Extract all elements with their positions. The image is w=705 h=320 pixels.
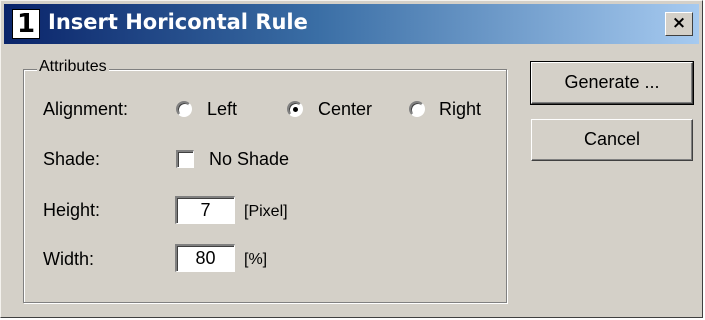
attributes-group-label: Attributes — [37, 57, 109, 77]
alignment-right-label[interactable]: Right — [439, 98, 481, 120]
height-label: Height: — [43, 200, 101, 220]
alignment-right-radio[interactable] — [409, 101, 425, 117]
height-unit: [Pixel] — [244, 203, 288, 220]
insert-horizontal-rule-dialog: 1 Insert Horicontal Rule × Attributes Al… — [0, 0, 703, 318]
title-bar[interactable]: 1 Insert Horicontal Rule × — [4, 4, 699, 44]
height-input[interactable]: 7 — [175, 196, 235, 224]
width-label: Width: — [43, 249, 95, 269]
width-input[interactable]: 80 — [175, 244, 235, 272]
dialog-title: Insert Horicontal Rule — [48, 10, 308, 34]
alignment-label: Alignment: — [43, 99, 129, 119]
width-unit: [%] — [244, 251, 268, 268]
no-shade-checkbox[interactable] — [176, 150, 194, 168]
alignment-left-label[interactable]: Left — [207, 98, 237, 120]
alignment-left-radio[interactable] — [176, 101, 192, 117]
app-icon: 1 — [12, 9, 40, 39]
cancel-button[interactable]: Cancel — [531, 119, 693, 161]
generate-button[interactable]: Generate ... — [530, 61, 694, 105]
shade-label: Shade: — [43, 149, 101, 169]
close-button[interactable]: × — [665, 12, 693, 36]
alignment-center-label[interactable]: Center — [318, 98, 372, 120]
alignment-center-radio[interactable] — [287, 101, 303, 117]
no-shade-label[interactable]: No Shade — [209, 148, 289, 170]
